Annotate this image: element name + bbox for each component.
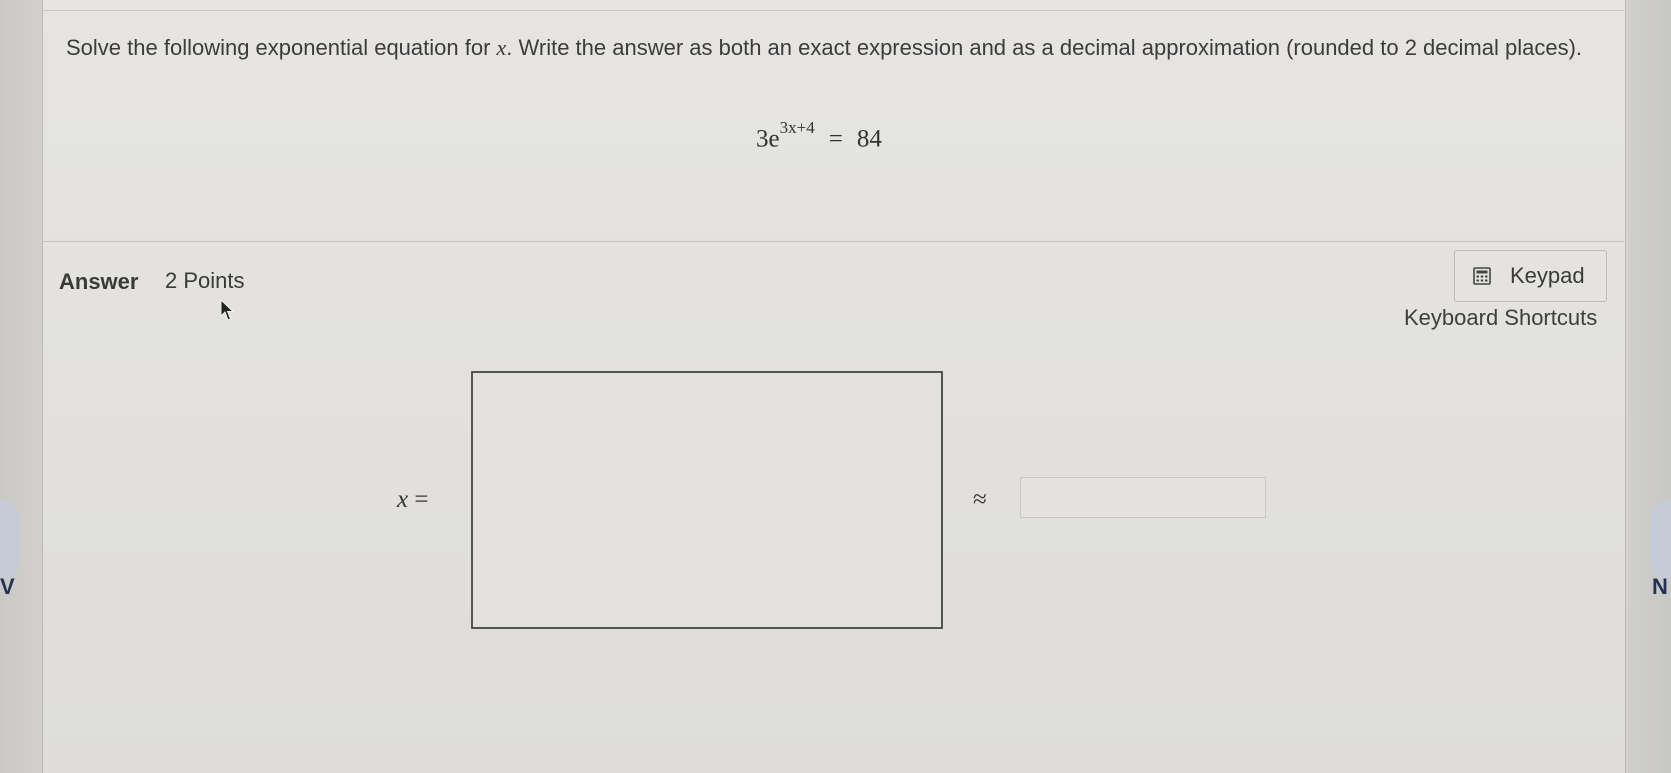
equation: 3e3x+4 = 84 xyxy=(756,118,882,153)
equation-rhs: 84 xyxy=(856,125,882,153)
question-prompt-end: . Write the answer as both an exact expr… xyxy=(506,35,1583,60)
previous-tab-letter: V xyxy=(0,574,15,599)
calculator-icon xyxy=(1473,267,1491,285)
x-equals-label: x = xyxy=(397,486,428,514)
mouse-pointer-icon xyxy=(220,299,234,321)
keypad-label: Keypad xyxy=(1510,263,1585,288)
keyboard-shortcuts-link[interactable]: Keyboard Shortcuts xyxy=(1404,305,1597,331)
page-edge-left xyxy=(0,0,42,773)
equation-exponent: 3x+4 xyxy=(779,118,815,137)
question-variable: x xyxy=(496,35,507,60)
equation-equals: = xyxy=(828,125,843,153)
points-label: 2 Points xyxy=(165,268,245,293)
answer-label: Answer xyxy=(59,269,139,294)
next-tab-letter: N xyxy=(1652,574,1668,599)
approx-symbol: ≈ xyxy=(973,486,987,513)
question-prompt: Solve the following exponential equation… xyxy=(66,30,1596,65)
card-top-border xyxy=(42,10,1624,11)
x-variable: x xyxy=(397,486,409,513)
page-edge-right xyxy=(1628,0,1671,773)
keypad-button[interactable]: Keypad xyxy=(1454,250,1607,302)
x-equals-sign: = xyxy=(414,486,429,513)
equation-base: 3e xyxy=(756,125,780,153)
question-prompt-start: Solve the following exponential equation… xyxy=(66,35,497,60)
exact-answer-input[interactable] xyxy=(471,371,943,629)
next-question-tab[interactable] xyxy=(1650,500,1671,580)
section-divider xyxy=(42,241,1624,242)
decimal-answer-input[interactable] xyxy=(1020,477,1266,518)
previous-question-tab[interactable] xyxy=(0,500,20,580)
